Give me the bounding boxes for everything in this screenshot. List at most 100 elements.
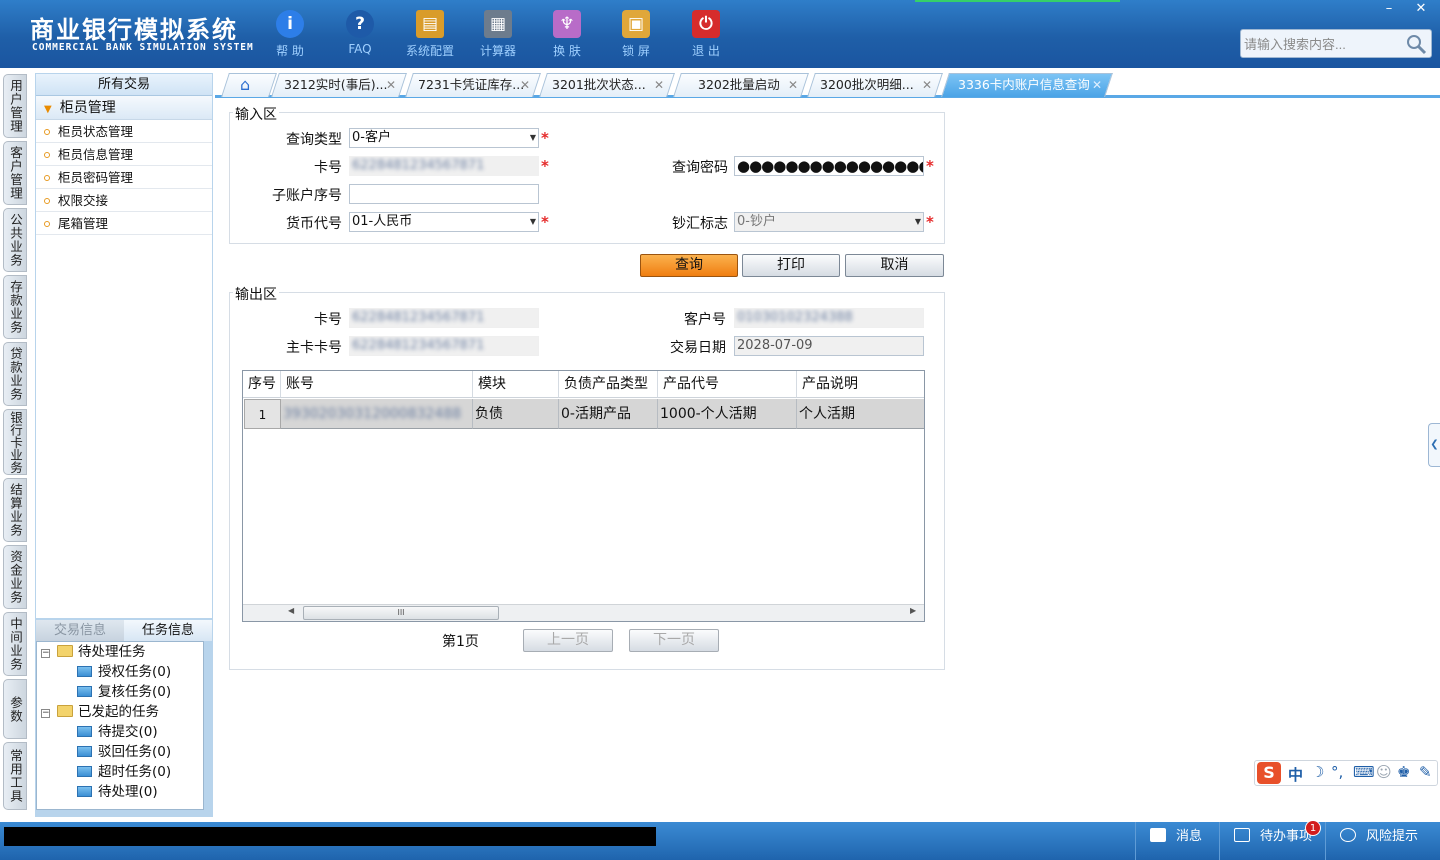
- nav-header[interactable]: 所有交易: [36, 74, 212, 96]
- cancel-button[interactable]: 取消: [845, 254, 944, 277]
- tab-3200[interactable]: 3200批次明细... ✕: [807, 73, 943, 97]
- column-header[interactable]: 产品代号: [658, 371, 797, 398]
- folder-open-icon: [57, 645, 73, 657]
- folder-icon: [77, 726, 92, 737]
- tab-3336-active[interactable]: 3336卡内账户信息查询 ✕: [941, 73, 1113, 97]
- scroll-left-icon[interactable]: ◀: [288, 606, 294, 615]
- dropdown-arrow-icon[interactable]: ▼: [915, 213, 921, 231]
- nav-item-tail-box[interactable]: 尾箱管理: [36, 212, 212, 235]
- horizontal-scrollbar[interactable]: ◀ III ▶: [243, 604, 924, 621]
- tab-7231[interactable]: 7231卡凭证库存... ✕: [405, 73, 541, 97]
- tab-3202[interactable]: 3202批量启动 ✕: [673, 73, 809, 97]
- query-password-field[interactable]: ●●●●●●●●●●●●●●●●: [734, 156, 924, 176]
- system-config-button[interactable]: ▤ 系统配置: [400, 8, 460, 59]
- sub-account-field[interactable]: [349, 184, 539, 204]
- collapse-icon[interactable]: −: [41, 649, 50, 658]
- column-header[interactable]: 产品说明: [797, 371, 924, 398]
- task-tree: − 待处理任务 授权任务(0) 复核任务(0) − 已发起的任务 待提交(0) …: [36, 641, 204, 810]
- column-header[interactable]: 账号: [281, 371, 473, 398]
- vtab-settlement-business[interactable]: 结算业务: [3, 478, 27, 542]
- cash-flag-select[interactable]: 0-钞户 ▼: [734, 212, 924, 232]
- sub-account-label: 子账户序号: [272, 188, 342, 204]
- dropdown-arrow-icon[interactable]: ▼: [530, 129, 536, 147]
- nav-item-teller-status[interactable]: 柜员状态管理: [36, 120, 212, 143]
- column-header[interactable]: 序号: [243, 371, 281, 398]
- progress-strip: [915, 0, 1120, 2]
- close-tab-icon[interactable]: ✕: [922, 74, 932, 96]
- close-window-button[interactable]: ✕: [1408, 2, 1434, 18]
- help-button[interactable]: i 帮 助: [260, 8, 320, 59]
- user-icon[interactable]: ☺: [1376, 763, 1392, 781]
- keyboard-icon[interactable]: ⌨: [1353, 763, 1375, 781]
- page-tab-bar: ⌂ 3212实时(事后)... ✕ 7231卡凭证库存... ✕ 3201批次状…: [215, 72, 1440, 98]
- risk-alert-button[interactable]: 风险提示: [1325, 822, 1440, 860]
- nav-item-teller-info[interactable]: 柜员信息管理: [36, 143, 212, 166]
- bullet-icon: [44, 152, 50, 158]
- tree-node-pending-tasks[interactable]: 待处理任务: [57, 642, 146, 662]
- vtab-intermediary-business[interactable]: 中间业务: [3, 612, 27, 676]
- lock-screen-button[interactable]: ▣ 锁 屏: [606, 8, 666, 59]
- tab-home[interactable]: ⌂: [221, 73, 277, 97]
- query-button[interactable]: 查询: [640, 254, 738, 277]
- tree-node-initiated-tasks[interactable]: 已发起的任务: [57, 702, 159, 722]
- faq-button[interactable]: ? FAQ: [330, 8, 390, 57]
- close-tab-icon[interactable]: ✕: [386, 74, 396, 96]
- vtab-common-tools[interactable]: 常用工具: [3, 742, 27, 810]
- close-tab-icon[interactable]: ✕: [788, 74, 798, 96]
- search-input[interactable]: [1244, 34, 1404, 54]
- chinese-mode-icon[interactable]: 中: [1288, 764, 1303, 785]
- sogou-logo-icon[interactable]: S: [1257, 762, 1281, 784]
- vtab-card-business[interactable]: 银行卡业务: [3, 409, 27, 475]
- tree-node-to-submit[interactable]: 待提交(0): [77, 722, 158, 742]
- tab-3201[interactable]: 3201批次状态... ✕: [539, 73, 675, 97]
- side-panel-toggle[interactable]: ❮: [1428, 423, 1440, 467]
- tab-3212[interactable]: 3212实时(事后)... ✕: [271, 73, 407, 97]
- print-button[interactable]: 打印: [742, 254, 840, 277]
- scroll-right-icon[interactable]: ▶: [910, 606, 916, 615]
- vtab-customer-management[interactable]: 客户管理: [3, 141, 27, 205]
- close-tab-icon[interactable]: ✕: [1092, 74, 1102, 96]
- wrench-icon[interactable]: ✎: [1419, 763, 1432, 781]
- close-tab-icon[interactable]: ✕: [654, 74, 664, 96]
- next-page-button[interactable]: 下一页: [629, 629, 719, 652]
- nav-item-permission-handover[interactable]: 权限交接: [36, 189, 212, 212]
- prev-page-button[interactable]: 上一页: [523, 629, 613, 652]
- column-header[interactable]: 模块: [473, 371, 559, 398]
- vtab-loan-business[interactable]: 贷款业务: [3, 342, 27, 406]
- ime-toolbar: S 中 ☽ °, ⌨ ☺ ♚ ✎: [1254, 760, 1438, 786]
- change-skin-button[interactable]: ♆ 换 肤: [537, 8, 597, 59]
- dropdown-arrow-icon[interactable]: ▼: [530, 213, 536, 231]
- punctuation-icon[interactable]: °,: [1331, 763, 1343, 781]
- currency-label: 货币代号: [286, 216, 342, 232]
- skin-icon[interactable]: ♚: [1397, 763, 1410, 781]
- nav-group-teller-management[interactable]: ▼ 柜员管理: [36, 96, 212, 120]
- search-icon[interactable]: [1405, 33, 1427, 55]
- nav-item-teller-password[interactable]: 柜员密码管理: [36, 166, 212, 189]
- messages-button[interactable]: 消息: [1135, 822, 1219, 860]
- exit-button[interactable]: ⏻ 退 出: [676, 8, 736, 59]
- query-type-select[interactable]: 0-客户 ▼: [349, 128, 539, 148]
- scroll-thumb[interactable]: III: [303, 606, 499, 620]
- tree-node-review-tasks[interactable]: 复核任务(0): [77, 682, 171, 702]
- query-password-label: 查询密码: [672, 160, 728, 176]
- tree-node-rejected[interactable]: 驳回任务(0): [77, 742, 171, 762]
- vtab-parameters[interactable]: 参数: [3, 679, 27, 739]
- tab-task-info[interactable]: 任务信息: [124, 620, 212, 641]
- moon-icon[interactable]: ☽: [1311, 763, 1324, 781]
- vtab-fund-business[interactable]: 资金业务: [3, 545, 27, 609]
- tab-transaction-info[interactable]: 交易信息: [36, 620, 124, 641]
- tree-node-processing[interactable]: 待处理(0): [77, 782, 158, 802]
- minimize-button[interactable]: –: [1376, 2, 1402, 18]
- required-mark: *: [926, 157, 934, 175]
- card-no-field[interactable]: 6228481234567871: [349, 156, 539, 176]
- vtab-deposit-business[interactable]: 存款业务: [3, 275, 27, 339]
- tree-node-auth-tasks[interactable]: 授权任务(0): [77, 662, 171, 682]
- collapse-icon[interactable]: −: [41, 709, 50, 718]
- vtab-public-business[interactable]: 公共业务: [3, 208, 27, 272]
- currency-select[interactable]: 01-人民币 ▼: [349, 212, 539, 232]
- tree-node-timeout[interactable]: 超时任务(0): [77, 762, 171, 782]
- calculator-button[interactable]: ▦ 计算器: [468, 8, 528, 59]
- vtab-user-management[interactable]: 用户管理: [3, 74, 27, 138]
- close-tab-icon[interactable]: ✕: [520, 74, 530, 96]
- column-header[interactable]: 负债产品类型: [559, 371, 658, 398]
